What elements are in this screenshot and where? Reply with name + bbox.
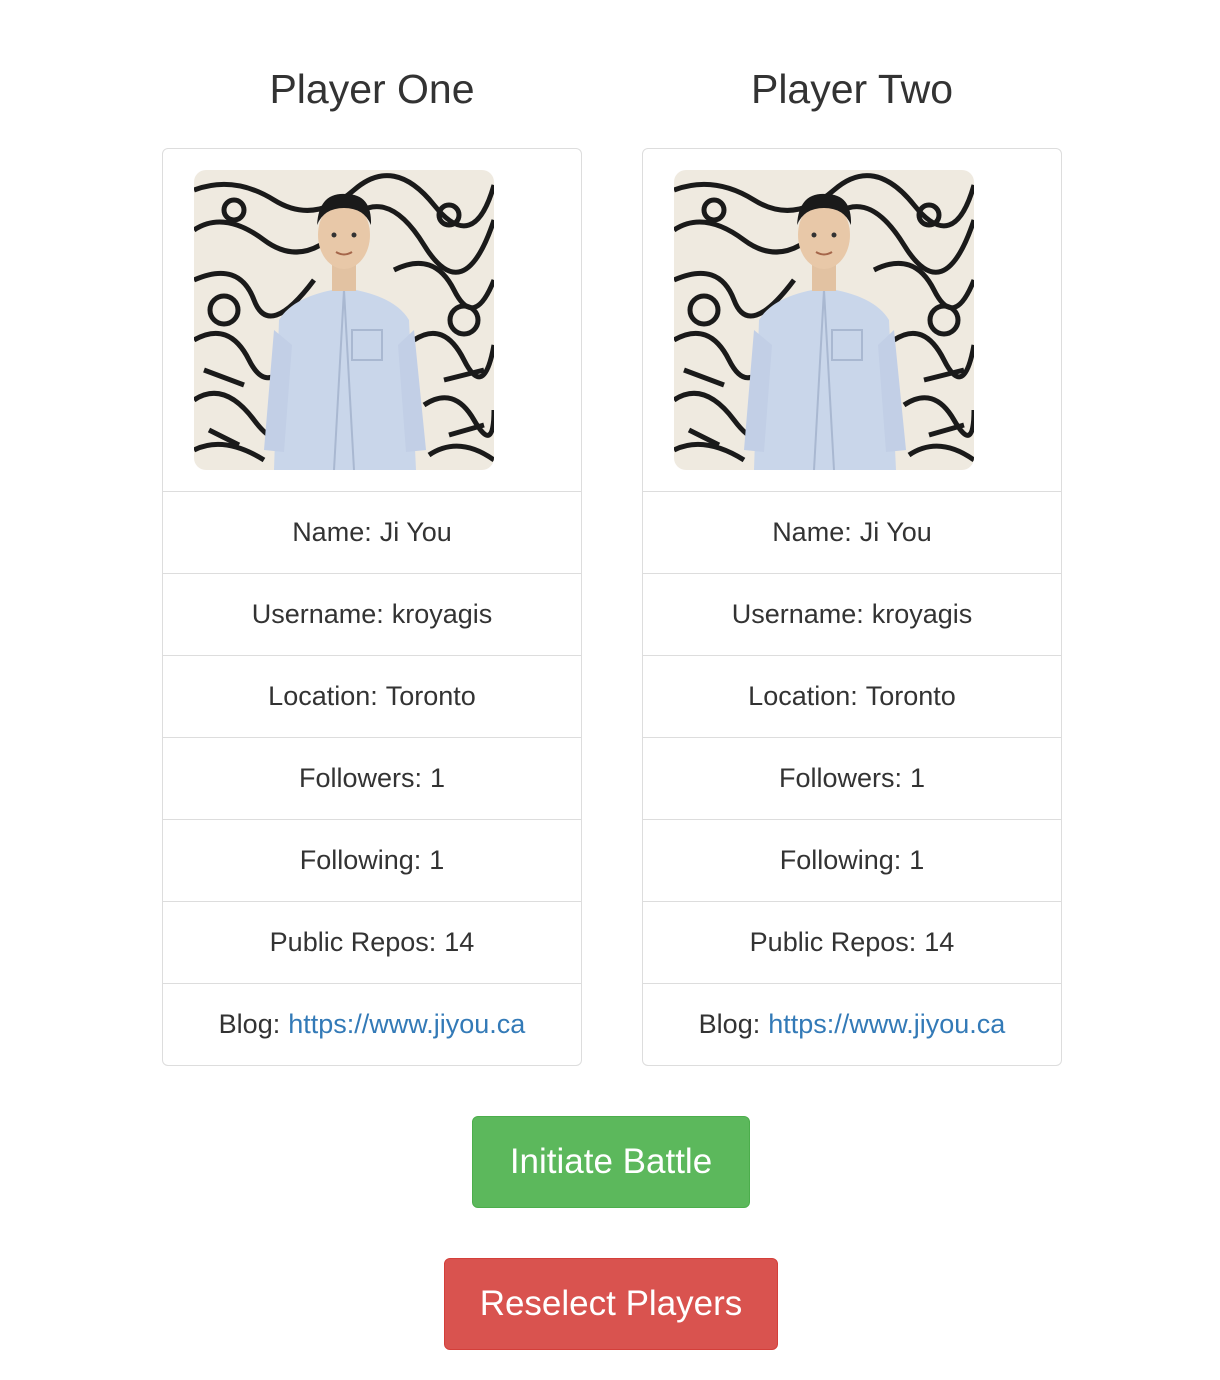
location-value: Toronto [865,681,956,711]
player-two-name-row: Name: Ji You [643,492,1061,574]
followers-value: 1 [430,763,446,793]
player-two-blog-row: Blog: https://www.jiyou.ca [643,984,1061,1065]
player-one-heading: Player One [269,66,475,112]
player-one-name-row: Name: Ji You [163,492,581,574]
player-one-card: Name: Ji You Username: kroyagis Location… [162,148,582,1066]
player-two-location-row: Location: Toronto [643,656,1061,738]
player-two-heading: Player Two [750,66,954,112]
player-two-following-row: Following: 1 [643,820,1061,902]
player-two-avatar-section [643,149,1061,492]
following-value: 1 [909,845,925,875]
username-value: kroyagis [391,599,493,629]
following-value: 1 [429,845,445,875]
player-one-location-row: Location: Toronto [163,656,581,738]
repos-value: 14 [444,927,475,957]
blog-label: Blog: [698,1009,761,1039]
repos-label: Public Repos: [749,927,917,957]
username-label: Username: [731,599,864,629]
name-value: Ji You [379,517,452,547]
username-value: kroyagis [871,599,973,629]
player-one-avatar-section [163,149,581,492]
name-label: Name: [772,517,852,547]
repos-label: Public Repos: [269,927,437,957]
name-label: Name: [292,517,372,547]
initiate-battle-button[interactable]: Initiate Battle [472,1116,750,1208]
player-one-avatar [194,170,494,470]
player-two-avatar [674,170,974,470]
player-one-username-row: Username: kroyagis [163,574,581,656]
player-one-followers-row: Followers: 1 [163,738,581,820]
location-label: Location: [748,681,858,711]
followers-value: 1 [910,763,926,793]
location-label: Location: [268,681,378,711]
following-label: Following: [779,845,902,875]
player-two-followers-row: Followers: 1 [643,738,1061,820]
player-one-repos-row: Public Repos: 14 [163,902,581,984]
following-label: Following: [299,845,422,875]
player-one-blog-row: Blog: https://www.jiyou.ca [163,984,581,1065]
blog-link[interactable]: https://www.jiyou.ca [768,1009,1005,1040]
blog-label: Blog: [218,1009,281,1039]
player-two-username-row: Username: kroyagis [643,574,1061,656]
reselect-players-button[interactable]: Reselect Players [444,1258,778,1350]
name-value: Ji You [859,517,932,547]
repos-value: 14 [924,927,955,957]
blog-link[interactable]: https://www.jiyou.ca [288,1009,525,1040]
followers-label: Followers: [778,763,902,793]
followers-label: Followers: [298,763,422,793]
player-two-repos-row: Public Repos: 14 [643,902,1061,984]
player-two-card: Name: Ji You Username: kroyagis Location… [642,148,1062,1066]
player-one-following-row: Following: 1 [163,820,581,902]
location-value: Toronto [385,681,476,711]
username-label: Username: [251,599,384,629]
